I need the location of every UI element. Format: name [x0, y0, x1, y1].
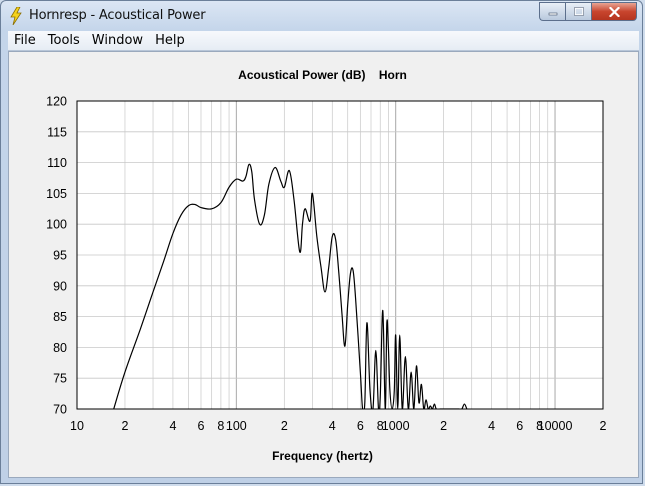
y-tick-label: 80: [53, 341, 67, 355]
acoustical-power-chart: 70758085909510010511011512010 2 4 6 8 100 2 4 6 8…: [46, 95, 607, 434]
x-tick-label: 1000: [382, 419, 410, 433]
x-tick-label: 6: [357, 419, 364, 433]
x-tick-label: 8: [217, 419, 224, 433]
x-tick-label: 6: [198, 419, 205, 433]
x-tick-label: 4: [329, 419, 336, 433]
x-tick-label: 2: [281, 419, 288, 433]
x-axis-label: Frequency (hertz): [272, 449, 373, 463]
y-tick-label: 110: [47, 156, 67, 170]
y-tick-label: 75: [53, 372, 67, 386]
y-tick-label: 90: [53, 279, 67, 293]
x-tick-label: 100: [226, 419, 247, 433]
x-tick-label: 4: [169, 419, 176, 433]
y-tick-label: 100: [46, 218, 67, 232]
x-tick-label: 2: [440, 419, 447, 433]
y-tick-label: 70: [53, 403, 67, 417]
x-tick-label: 4: [488, 419, 495, 433]
x-tick-label: 10: [70, 419, 84, 433]
x-tick-label: 6: [516, 419, 523, 433]
y-tick-label: 120: [46, 95, 67, 109]
y-tick-label: 85: [53, 310, 67, 324]
y-tick-label: 105: [46, 187, 67, 201]
x-tick-label: 2: [600, 419, 607, 433]
x-tick-label: 10000: [538, 419, 573, 433]
x-tick-label: 2: [121, 419, 128, 433]
y-tick-label: 115: [47, 125, 67, 139]
y-tick-label: 95: [53, 249, 67, 263]
